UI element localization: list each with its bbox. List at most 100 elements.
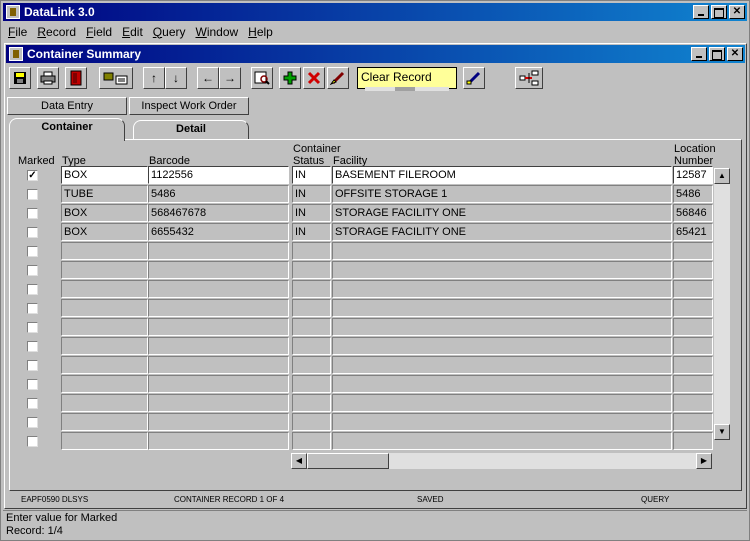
barcode-cell[interactable] xyxy=(148,299,289,317)
location-cell[interactable]: 12587 xyxy=(673,166,713,184)
query-icon[interactable] xyxy=(251,67,273,89)
facility-cell[interactable] xyxy=(332,299,672,317)
scroll-left-icon[interactable]: ◀ xyxy=(291,453,307,469)
facility-cell[interactable]: BASEMENT FILEROOM xyxy=(332,166,672,184)
location-cell[interactable] xyxy=(673,375,713,393)
marked-checkbox[interactable] xyxy=(27,360,38,371)
menu-record[interactable]: Record xyxy=(32,25,81,39)
status-cell[interactable] xyxy=(292,337,331,355)
inspect-work-order-button[interactable]: Inspect Work Order xyxy=(129,97,249,115)
location-cell[interactable]: 5486 xyxy=(673,185,713,203)
status-cell[interactable] xyxy=(292,432,331,450)
type-cell[interactable] xyxy=(61,432,148,450)
barcode-cell[interactable] xyxy=(148,413,289,431)
type-cell[interactable] xyxy=(61,356,148,374)
facility-cell[interactable] xyxy=(332,261,672,279)
status-cell[interactable] xyxy=(292,375,331,393)
marked-checkbox[interactable] xyxy=(27,379,38,390)
barcode-cell[interactable] xyxy=(148,280,289,298)
barcode-cell[interactable] xyxy=(148,394,289,412)
marked-checkbox[interactable] xyxy=(27,227,38,238)
location-cell[interactable] xyxy=(673,413,713,431)
child-close-button[interactable] xyxy=(727,47,743,61)
marked-checkbox[interactable]: ✓ xyxy=(27,170,38,181)
status-cell[interactable] xyxy=(292,413,331,431)
marked-checkbox[interactable] xyxy=(27,189,38,200)
facility-cell[interactable]: STORAGE FACILITY ONE xyxy=(332,223,672,241)
facility-cell[interactable]: STORAGE FACILITY ONE xyxy=(332,204,672,222)
facility-cell[interactable] xyxy=(332,318,672,336)
barcode-cell[interactable]: 1122556 xyxy=(148,166,289,184)
marked-checkbox[interactable] xyxy=(27,322,38,333)
marked-checkbox[interactable] xyxy=(27,303,38,314)
barcode-cell[interactable] xyxy=(148,337,289,355)
menu-query[interactable]: Query xyxy=(148,25,191,39)
arrow-up-icon[interactable]: ↑ xyxy=(143,67,165,89)
scroll-down-icon[interactable]: ▼ xyxy=(714,424,730,440)
status-cell[interactable]: IN xyxy=(292,223,331,241)
marked-checkbox[interactable] xyxy=(27,398,38,409)
status-cell[interactable] xyxy=(292,280,331,298)
type-cell[interactable]: BOX xyxy=(61,223,148,241)
tab-container[interactable]: Container xyxy=(9,118,125,141)
status-cell[interactable] xyxy=(292,356,331,374)
type-cell[interactable] xyxy=(61,318,148,336)
status-cell[interactable]: IN xyxy=(292,204,331,222)
clear-record-scroll[interactable] xyxy=(365,87,449,91)
menu-field[interactable]: Field xyxy=(81,25,117,39)
location-cell[interactable] xyxy=(673,242,713,260)
minimize-button[interactable] xyxy=(693,5,709,19)
marked-checkbox[interactable] xyxy=(27,246,38,257)
type-cell[interactable] xyxy=(61,337,148,355)
type-cell[interactable] xyxy=(61,413,148,431)
child-titlebar[interactable]: Container Summary xyxy=(6,45,745,63)
location-cell[interactable] xyxy=(673,261,713,279)
marked-checkbox[interactable] xyxy=(27,341,38,352)
facility-cell[interactable] xyxy=(332,375,672,393)
arrow-right-icon[interactable]: → xyxy=(219,67,241,89)
status-cell[interactable] xyxy=(292,318,331,336)
app-titlebar[interactable]: DataLink 3.0 xyxy=(3,3,747,21)
barcode-cell[interactable]: 6655432 xyxy=(148,223,289,241)
arrow-left-icon[interactable]: ← xyxy=(197,67,219,89)
clear-record-go-icon[interactable] xyxy=(463,67,485,89)
maximize-button[interactable] xyxy=(711,5,727,19)
type-cell[interactable]: TUBE xyxy=(61,185,148,203)
app-icon[interactable] xyxy=(6,5,20,19)
type-cell[interactable] xyxy=(61,394,148,412)
barcode-cell[interactable]: 5486 xyxy=(148,185,289,203)
marked-checkbox[interactable] xyxy=(27,208,38,219)
menu-help[interactable]: Help xyxy=(243,25,278,39)
child-maximize-button[interactable] xyxy=(709,47,725,61)
arrow-down-icon[interactable]: ↓ xyxy=(165,67,187,89)
status-cell[interactable] xyxy=(292,261,331,279)
facility-cell[interactable]: OFFSITE STORAGE 1 xyxy=(332,185,672,203)
scroll-right-icon[interactable]: ▶ xyxy=(696,453,712,469)
data-entry-button[interactable]: Data Entry xyxy=(7,97,127,115)
status-cell[interactable]: IN xyxy=(292,166,331,184)
menu-edit[interactable]: Edit xyxy=(117,25,148,39)
barcode-cell[interactable] xyxy=(148,356,289,374)
status-cell[interactable]: IN xyxy=(292,185,331,203)
close-button[interactable] xyxy=(729,5,745,19)
marked-checkbox[interactable] xyxy=(27,284,38,295)
facility-cell[interactable] xyxy=(332,413,672,431)
type-cell[interactable] xyxy=(61,280,148,298)
facility-cell[interactable] xyxy=(332,356,672,374)
child-window-icon[interactable] xyxy=(9,47,23,61)
status-cell[interactable] xyxy=(292,394,331,412)
hierarchy-icon[interactable] xyxy=(515,67,543,89)
location-cell[interactable] xyxy=(673,394,713,412)
type-cell[interactable] xyxy=(61,375,148,393)
status-cell[interactable] xyxy=(292,242,331,260)
horizontal-scroll-thumb[interactable] xyxy=(307,453,389,469)
facility-cell[interactable] xyxy=(332,394,672,412)
type-cell[interactable]: BOX xyxy=(61,166,148,184)
tab-detail[interactable]: Detail xyxy=(133,120,249,139)
facility-cell[interactable] xyxy=(332,337,672,355)
clear-record-icon[interactable] xyxy=(327,67,349,89)
status-cell[interactable] xyxy=(292,299,331,317)
type-cell[interactable]: BOX xyxy=(61,204,148,222)
vertical-scrollbar[interactable]: ▲ ▼ xyxy=(714,168,730,440)
facility-cell[interactable] xyxy=(332,242,672,260)
